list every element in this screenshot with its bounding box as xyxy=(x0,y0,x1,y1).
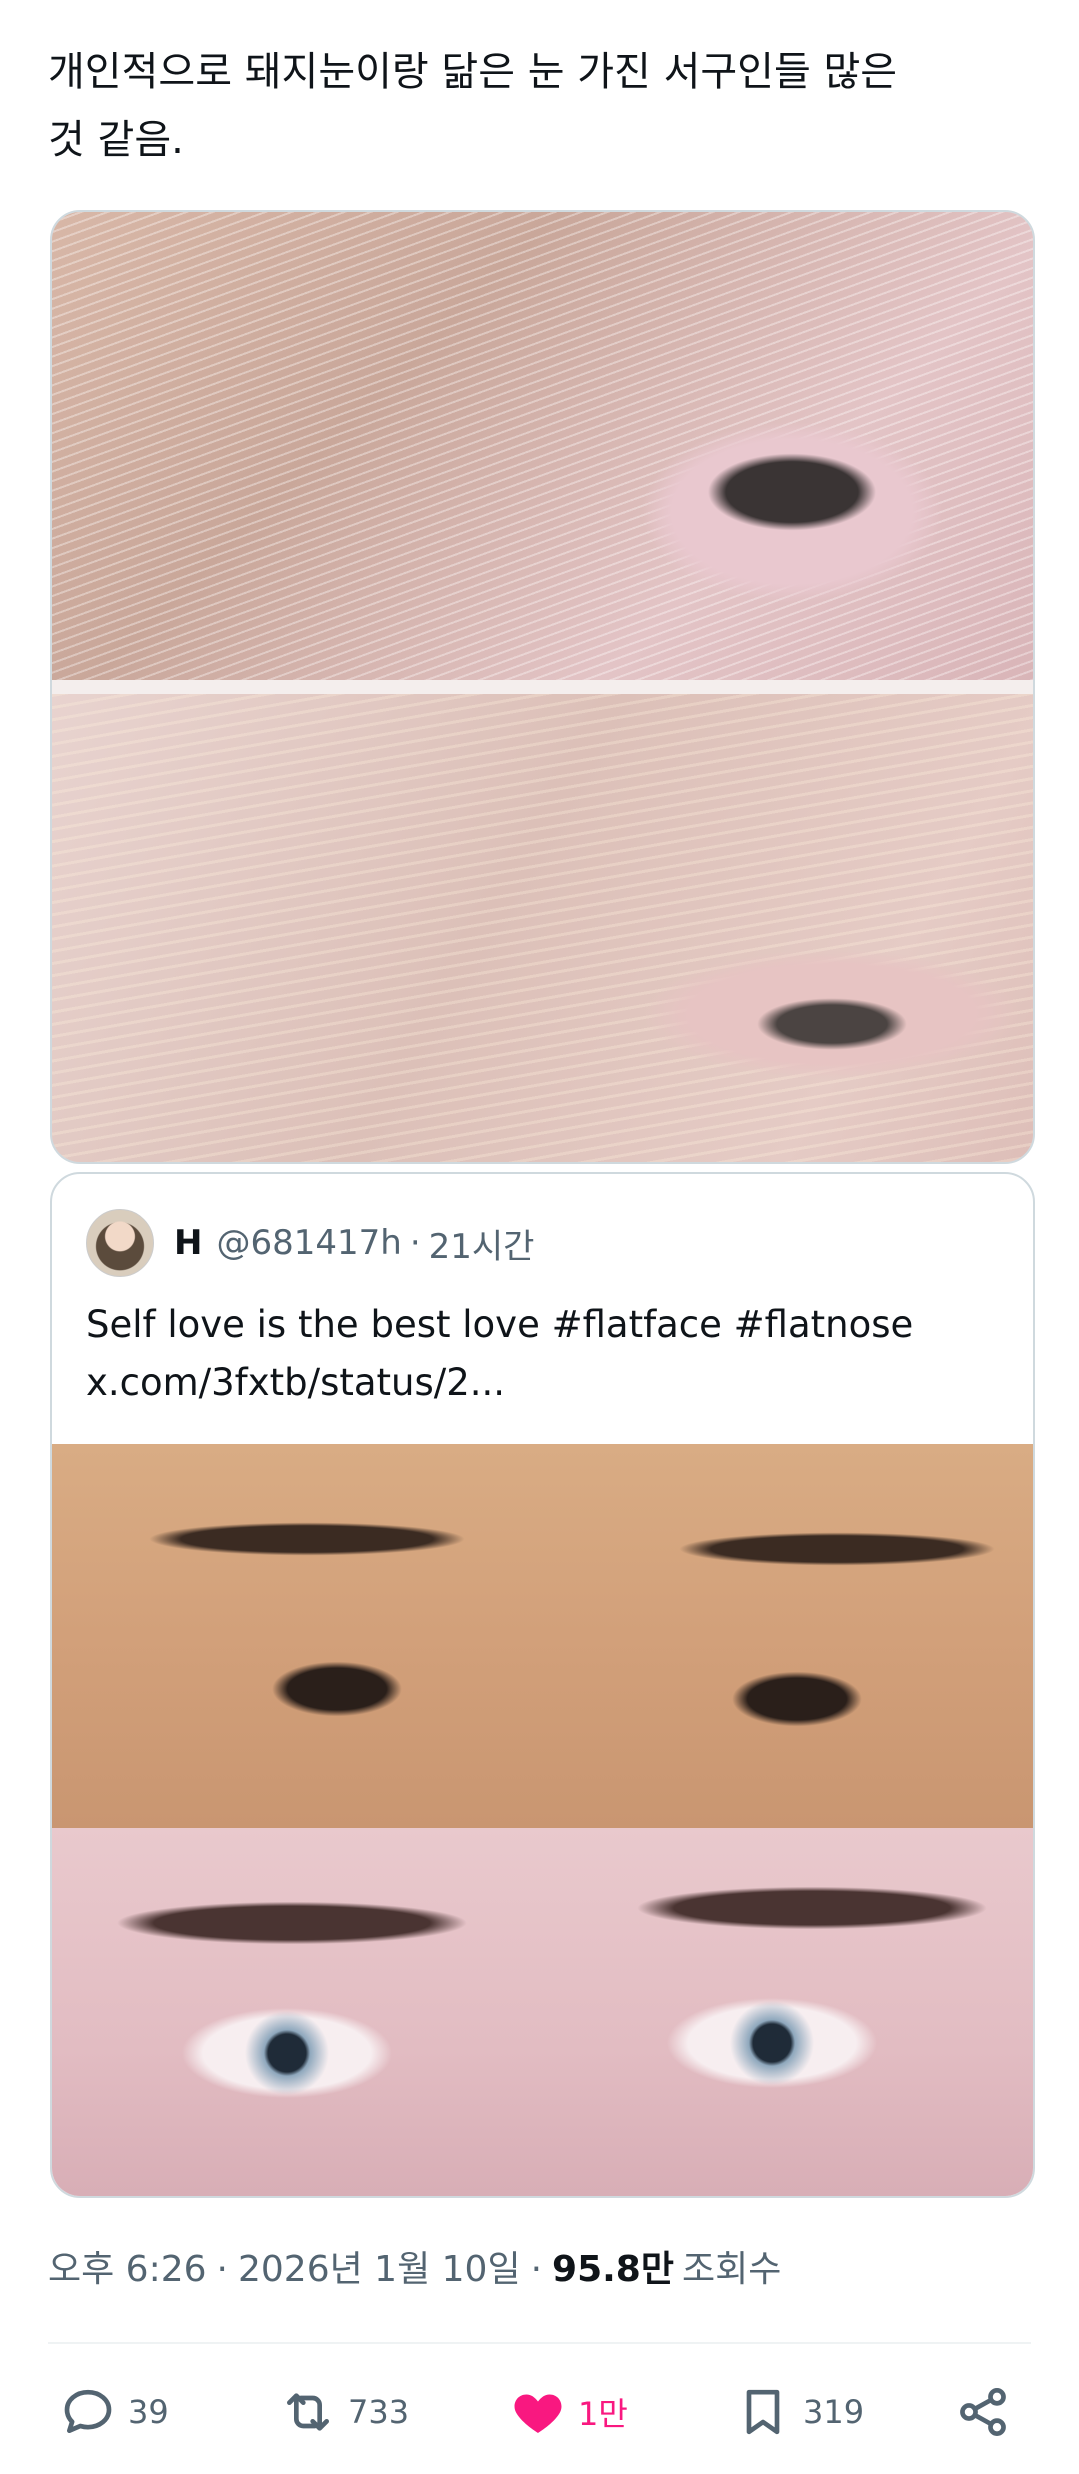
reply-button[interactable]: 39 xyxy=(60,2372,169,2452)
quoted-tweet-card[interactable]: H @681417h · 21시간 Self love is the best … xyxy=(50,1172,1035,2198)
bookmark-icon xyxy=(746,2389,780,2435)
photo-divider xyxy=(52,680,1033,694)
share-button[interactable] xyxy=(955,2372,1011,2452)
meta-separator: · xyxy=(530,2249,543,2290)
media-card[interactable] xyxy=(50,210,1035,1164)
views-count: 95.8만 xyxy=(552,2249,674,2290)
avatar[interactable] xyxy=(86,1209,154,1277)
quoted-text-body: Self love is the best love #flatface #fl… xyxy=(86,1303,914,1346)
reply-icon xyxy=(64,2389,112,2433)
quoted-photo-blue-eyes[interactable] xyxy=(52,1828,1033,2196)
quoted-photo-asian-eyes[interactable] xyxy=(52,1444,1033,1828)
quoted-tweet-text: Self love is the best love #flatface #fl… xyxy=(86,1296,1006,1412)
tweet-meta: 오후 6:26 · 2026년 1월 10일 · 95.8만 조회수 xyxy=(48,2240,781,2292)
post-date[interactable]: 2026년 1월 10일 xyxy=(238,2240,521,2292)
share-icon xyxy=(960,2387,1006,2437)
quoted-link[interactable]: x.com/3fxtb/status/2... xyxy=(86,1354,1006,1412)
divider xyxy=(48,2342,1031,2344)
retweet-icon xyxy=(287,2393,329,2431)
meta-separator: · xyxy=(216,2249,228,2290)
reply-count: 39 xyxy=(128,2393,169,2431)
bookmark-button[interactable]: 319 xyxy=(735,2372,864,2452)
quoted-author-name[interactable]: H xyxy=(174,1223,202,1263)
quoted-timestamp[interactable]: 21시간 xyxy=(429,1219,535,1268)
heart-icon xyxy=(514,2394,562,2433)
pig-eye-photo[interactable] xyxy=(52,212,1033,680)
action-bar: 39 733 1만 319 xyxy=(0,2372,1079,2452)
tweet-text: 개인적으로 돼지눈이랑 닮은 눈 가진 서구인들 많은 것 같음. xyxy=(48,49,898,163)
human-eye-photo[interactable] xyxy=(52,694,1033,1162)
quoted-author-handle[interactable]: @681417h xyxy=(216,1223,401,1263)
views-label: 조회수 xyxy=(681,2249,782,2290)
post-time[interactable]: 오후 6:26 xyxy=(48,2240,207,2292)
like-button[interactable]: 1만 xyxy=(510,2372,628,2452)
retweet-count: 733 xyxy=(348,2393,410,2431)
bookmark-count: 319 xyxy=(803,2393,865,2431)
like-count: 1만 xyxy=(578,2395,628,2433)
quoted-tweet-header: H @681417h · 21시간 xyxy=(86,1208,534,1278)
retweet-button[interactable]: 733 xyxy=(280,2372,409,2452)
header-separator: · xyxy=(409,1223,421,1263)
